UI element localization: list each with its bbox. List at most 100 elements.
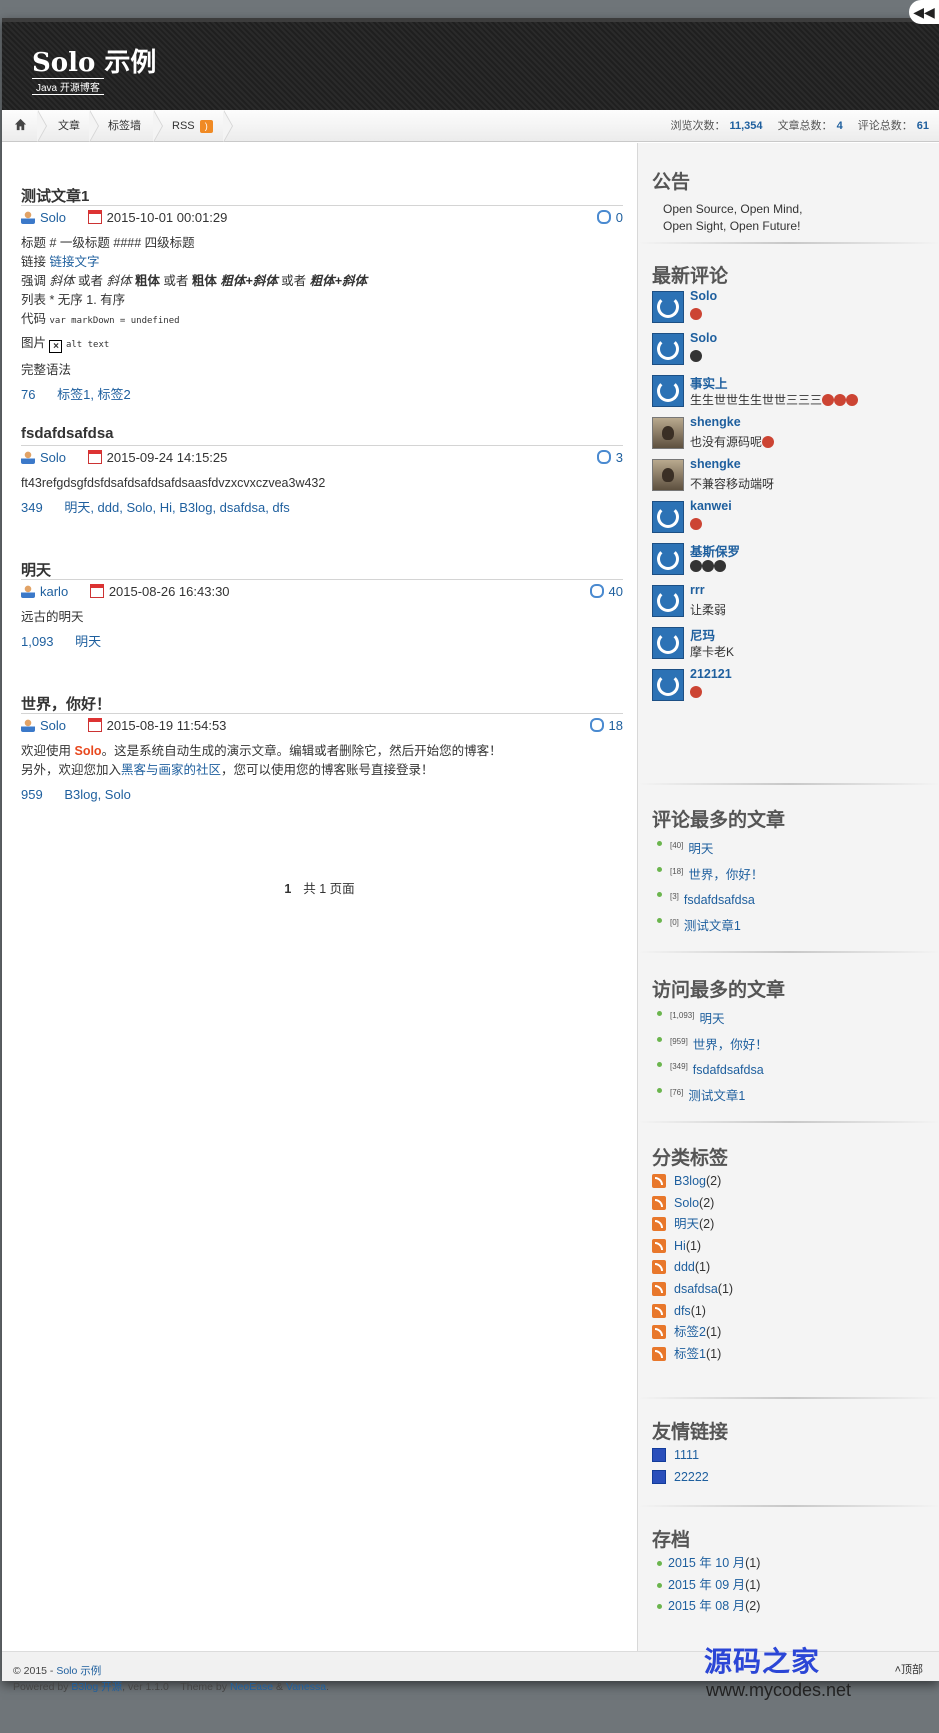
- ranked-article-link[interactable]: fsdafdsafdsa: [684, 893, 755, 907]
- nav-rss[interactable]: RSS ): [172, 110, 213, 142]
- back-to-top[interactable]: ˄顶部: [895, 1661, 923, 1677]
- comments-label: 评论总数：: [857, 120, 913, 132]
- avatar[interactable]: [652, 627, 684, 659]
- vanessa-link[interactable]: Vanessa: [286, 1681, 326, 1693]
- article-tags[interactable]: 明天: [75, 634, 101, 649]
- article-title[interactable]: 测试文章1: [21, 185, 623, 206]
- rss-feed-icon[interactable]: [652, 1260, 666, 1275]
- collapse-toggle-icon[interactable]: ◀◀: [909, 0, 939, 24]
- rss-feed-icon[interactable]: [652, 1281, 666, 1296]
- nav-tags[interactable]: 标签墙: [108, 110, 141, 142]
- comment-text[interactable]: [690, 517, 702, 531]
- summary-link[interactable]: 链接文字: [49, 255, 99, 269]
- author-link[interactable]: karlo: [40, 584, 68, 599]
- comment-text[interactable]: [690, 685, 702, 699]
- article-footer: 76 标签1, 标签2: [21, 384, 623, 406]
- article-tags[interactable]: 明天, ddd, Solo, Hi, B3log, dsafdsa, dfs: [64, 500, 289, 515]
- ranked-article-link[interactable]: 明天: [688, 842, 713, 856]
- tag-link[interactable]: dsafdsa: [674, 1282, 718, 1296]
- article-title[interactable]: 明天: [21, 559, 623, 580]
- author-link[interactable]: Solo: [40, 210, 66, 225]
- home-icon[interactable]: [14, 110, 27, 142]
- rss-feed-icon[interactable]: [652, 1325, 666, 1340]
- rss-feed-icon[interactable]: [652, 1174, 666, 1188]
- commenter-name[interactable]: 基斯保罗: [690, 541, 740, 560]
- ranked-article-link[interactable]: 明天: [699, 1012, 724, 1026]
- comment-text[interactable]: 生生世世生生世世三三三: [690, 391, 859, 408]
- archive-link[interactable]: 2015 年 09 月: [668, 1578, 745, 1592]
- article-tags[interactable]: B3log, Solo: [64, 787, 131, 802]
- avatar[interactable]: [652, 543, 684, 575]
- avatar[interactable]: [652, 333, 684, 365]
- commenter-name[interactable]: 事实上: [690, 373, 728, 392]
- b3log-link[interactable]: B3log 开源: [71, 1681, 122, 1693]
- archive-link[interactable]: 2015 年 10 月: [668, 1556, 745, 1570]
- view-count-link[interactable]: 959: [21, 787, 43, 802]
- avatar[interactable]: [652, 291, 684, 323]
- nav-articles[interactable]: 文章: [58, 110, 80, 142]
- comment-count-link[interactable]: 3: [616, 450, 623, 465]
- rss-feed-icon[interactable]: [652, 1195, 666, 1210]
- tag-link[interactable]: 标签1: [674, 1347, 706, 1361]
- tag-item: dsafdsa(1): [652, 1279, 939, 1301]
- ranked-article-link[interactable]: 世界，你好！: [688, 868, 763, 882]
- rss-feed-icon[interactable]: [652, 1238, 666, 1253]
- commenter-name[interactable]: shengke: [690, 415, 741, 429]
- comment-text[interactable]: 也没有源码呢: [690, 433, 775, 450]
- archive-link[interactable]: 2015 年 08 月: [668, 1599, 745, 1613]
- commenter-name[interactable]: rrr: [690, 583, 705, 597]
- friend-link-anchor[interactable]: 22222: [674, 1470, 709, 1484]
- commenter-name[interactable]: Solo: [690, 289, 717, 303]
- current-page[interactable]: 1: [284, 882, 291, 896]
- ranked-article-link[interactable]: 测试文章1: [684, 919, 741, 933]
- avatar[interactable]: [652, 501, 684, 533]
- tag-link[interactable]: dfs: [674, 1304, 691, 1318]
- community-link[interactable]: 黑客与画家的社区: [121, 763, 221, 777]
- comment-count-link[interactable]: 0: [616, 210, 623, 225]
- site-title[interactable]: Solo 示例: [32, 42, 156, 79]
- comment-count-link[interactable]: 40: [609, 584, 623, 599]
- author-link[interactable]: Solo: [40, 718, 66, 733]
- tag-link[interactable]: Solo: [674, 1196, 699, 1210]
- ranked-article-link[interactable]: 世界，你好！: [693, 1038, 768, 1052]
- view-count-link[interactable]: 76: [21, 387, 35, 402]
- commenter-name[interactable]: shengke: [690, 457, 741, 471]
- rss-feed-icon[interactable]: [652, 1346, 666, 1361]
- comment-text[interactable]: [690, 559, 726, 573]
- avatar[interactable]: [652, 375, 684, 407]
- commenter-name[interactable]: kanwei: [690, 499, 732, 513]
- tag-link[interactable]: ddd: [674, 1260, 695, 1274]
- view-count-link[interactable]: 349: [21, 500, 43, 515]
- commenter-name[interactable]: 尼玛: [690, 625, 715, 644]
- rss-feed-icon[interactable]: [652, 1217, 666, 1232]
- tag-link[interactable]: 标签2: [674, 1325, 706, 1339]
- article-tags[interactable]: 标签1, 标签2: [57, 387, 131, 402]
- avatar[interactable]: [652, 459, 684, 491]
- comment-text[interactable]: 让柔弱: [690, 601, 726, 618]
- tag-link[interactable]: B3log: [674, 1174, 706, 1188]
- avatar[interactable]: [652, 585, 684, 617]
- view-count-link[interactable]: 1,093: [21, 634, 54, 649]
- neoease-link[interactable]: NeoEase: [230, 1681, 273, 1693]
- tag-item: Solo(2): [652, 1193, 939, 1215]
- avatar[interactable]: [652, 417, 684, 449]
- tag-link[interactable]: Hi: [674, 1239, 686, 1253]
- tag-count: (2): [705, 1174, 722, 1188]
- article-title[interactable]: 世界，你好！: [21, 693, 623, 714]
- rss-feed-icon[interactable]: [652, 1303, 666, 1318]
- commenter-name[interactable]: 212121: [690, 667, 732, 681]
- comment-text[interactable]: 摩卡老K: [690, 643, 734, 660]
- ranked-article-link[interactable]: fsdafdsafdsa: [693, 1063, 764, 1077]
- friend-link-anchor[interactable]: 1111: [674, 1448, 699, 1462]
- tag-link[interactable]: 明天: [674, 1217, 699, 1231]
- ranked-article-link[interactable]: 测试文章1: [688, 1089, 745, 1103]
- comment-count-link[interactable]: 18: [609, 718, 623, 733]
- comment-text[interactable]: [690, 307, 702, 321]
- comment-text[interactable]: 不兼容移动端呀: [690, 475, 774, 492]
- author-link[interactable]: Solo: [40, 450, 66, 465]
- footer-site-link[interactable]: Solo 示例: [56, 1665, 101, 1677]
- comment-text[interactable]: [690, 349, 702, 363]
- commenter-name[interactable]: Solo: [690, 331, 717, 345]
- article-title[interactable]: fsdafdsafdsa: [21, 425, 623, 446]
- avatar[interactable]: [652, 669, 684, 701]
